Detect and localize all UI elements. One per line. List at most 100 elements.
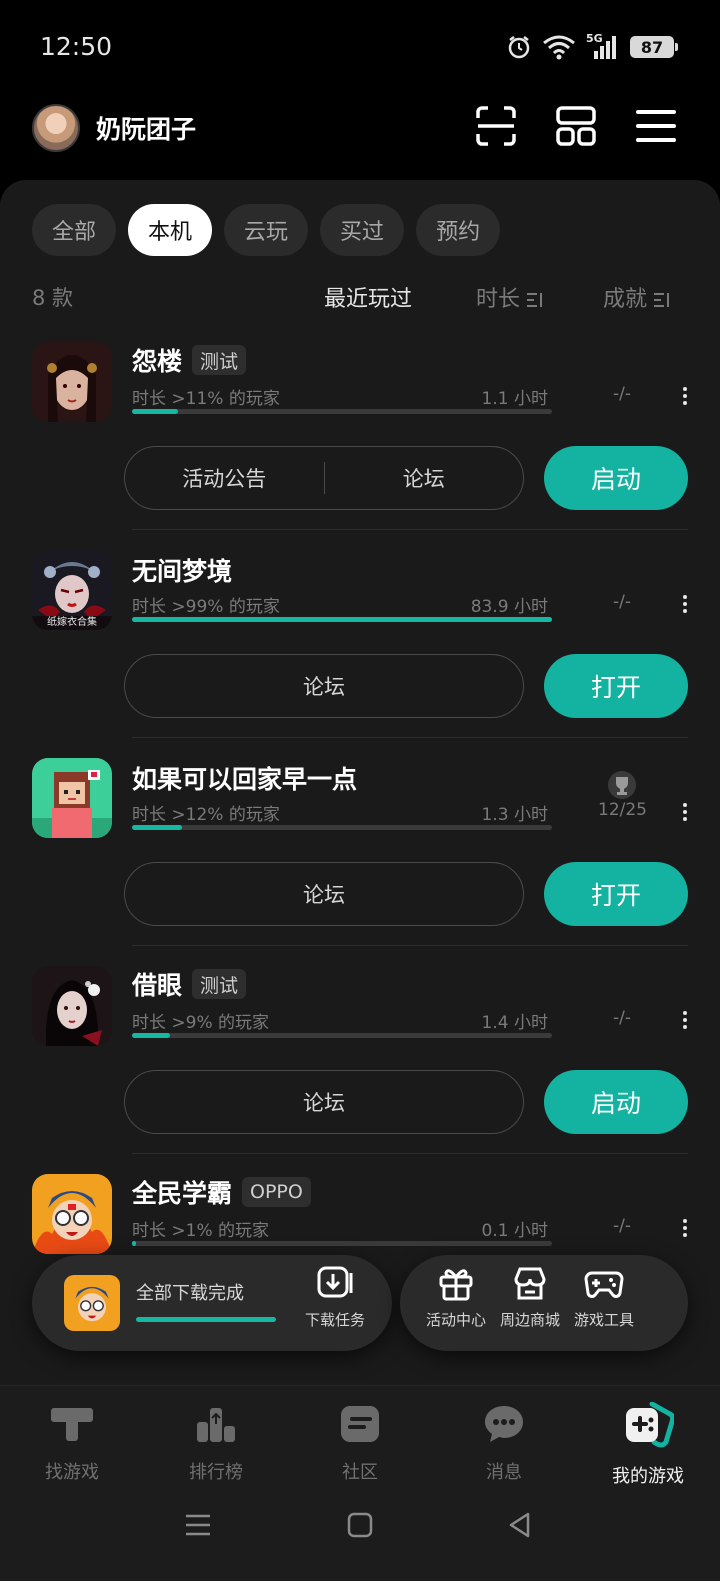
game-icon[interactable]: [32, 1174, 112, 1254]
launch-button[interactable]: 启动: [544, 446, 688, 510]
download-progress: [136, 1317, 276, 1322]
game-icon[interactable]: [32, 342, 112, 422]
ranking-icon: [197, 1408, 235, 1442]
announcement-button[interactable]: 活动公告: [125, 463, 324, 493]
open-button[interactable]: 打开: [544, 862, 688, 926]
playtime-rank: 时长 >12% 的玩家: [132, 805, 280, 825]
gift-icon: [439, 1269, 473, 1301]
launch-button[interactable]: 启动: [544, 1070, 688, 1134]
username[interactable]: 奶阮团子: [96, 110, 196, 146]
forum-button[interactable]: 论坛: [125, 671, 523, 701]
status-bar: 12:50 5G 87: [0, 0, 720, 90]
forum-button[interactable]: 论坛: [125, 1087, 523, 1117]
sort-bar: 8 款 最近玩过 时长 成就: [0, 276, 720, 316]
status-icons: 5G 87: [506, 32, 678, 60]
more-options-icon[interactable]: [680, 1216, 690, 1246]
download-status: 全部下载完成: [136, 1283, 244, 1304]
community-icon: [341, 1406, 379, 1442]
game-tag: 测试: [192, 969, 247, 999]
row-divider: [132, 737, 688, 738]
game-icon[interactable]: [32, 966, 112, 1046]
title-row: 全民学霸 OPPO: [132, 1174, 311, 1210]
more-options-icon[interactable]: [680, 800, 690, 830]
game-title[interactable]: 无间梦境: [132, 552, 232, 588]
game-tag: OPPO: [242, 1177, 311, 1207]
game-row: 借眼 测试 时长 >9% 的玩家 1.4 小时 -/- 论坛 启动: [0, 954, 720, 1162]
activity-center-button[interactable]: 活动中心: [420, 1265, 492, 1330]
open-button[interactable]: 打开: [544, 654, 688, 718]
home-icon[interactable]: [346, 1511, 374, 1539]
nav-community-label: 社区: [342, 1462, 378, 1483]
nav-my-games[interactable]: 我的游戏: [598, 1401, 698, 1488]
icon-caption: 纸嫁衣合集: [47, 617, 97, 628]
my-games-panel: 全部 本机 云玩 买过 预约 8 款 最近玩过 时长 成就 怨楼 测试 时长 >…: [0, 180, 720, 1385]
secondary-actions: 活动公告 论坛: [124, 446, 524, 510]
game-row: 怨楼 测试 时长 >11% 的玩家 1.1 小时 -/- 活动公告 论坛 启动: [0, 330, 720, 538]
tab-local[interactable]: 本机: [128, 204, 213, 256]
playtime-progress: [132, 617, 552, 622]
game-title[interactable]: 如果可以回家早一点: [132, 760, 357, 796]
activity-center-label: 活动中心: [425, 1311, 486, 1329]
shop-icon: [514, 1267, 546, 1300]
download-task-button[interactable]: 下载任务: [300, 1265, 370, 1330]
playtime-hours: 1.1 小时: [481, 389, 548, 409]
download-game-thumbnail: [64, 1275, 120, 1331]
more-options-icon[interactable]: [680, 384, 690, 414]
playtime-progress: [132, 1241, 552, 1246]
achievement-count: -/-: [613, 592, 631, 612]
scan-icon[interactable]: [474, 104, 518, 148]
recent-apps-icon[interactable]: [184, 1511, 212, 1539]
playtime-hours: 1.3 小时: [481, 805, 548, 825]
game-tools-label: 游戏工具: [573, 1311, 634, 1329]
more-options-icon[interactable]: [680, 1008, 690, 1038]
nav-messages[interactable]: 消息: [454, 1402, 554, 1484]
game-title[interactable]: 全民学霸: [132, 1174, 232, 1210]
discover-icon: [51, 1408, 93, 1441]
menu-icon[interactable]: [634, 104, 678, 148]
download-bar[interactable]: 全部下载完成 下载任务: [32, 1255, 392, 1351]
game-icon[interactable]: 纸嫁衣合集: [32, 550, 112, 630]
game-row: 如果可以回家早一点 时长 >12% 的玩家 1.3 小时 12/25 论坛 打开: [0, 746, 720, 954]
merch-shop-button[interactable]: 周边商城: [494, 1265, 566, 1330]
filter-tabs: 全部 本机 云玩 买过 预约: [32, 204, 501, 256]
game-title[interactable]: 怨楼: [132, 342, 182, 378]
game-title[interactable]: 借眼: [132, 966, 182, 1002]
secondary-actions: 论坛: [124, 862, 524, 926]
tab-all[interactable]: 全部: [32, 204, 117, 256]
row-divider: [132, 1153, 688, 1154]
back-icon[interactable]: [506, 1511, 534, 1539]
tab-cloud[interactable]: 云玩: [224, 204, 309, 256]
playtime-progress: [132, 825, 552, 830]
tab-purchased[interactable]: 买过: [320, 204, 405, 256]
merch-shop-label: 周边商城: [499, 1311, 560, 1329]
cellular-icon: 5G: [586, 32, 620, 60]
playtime-hours: 1.4 小时: [481, 1013, 548, 1033]
game-row: 纸嫁衣合集 无间梦境 时长 >99% 的玩家 83.9 小时 -/- 论坛 打开: [0, 538, 720, 746]
sort-achievement-button[interactable]: 成就: [603, 281, 671, 313]
sort-recent-button[interactable]: 最近玩过: [324, 281, 412, 313]
avatar[interactable]: [32, 104, 80, 152]
alarm-icon: [508, 36, 530, 59]
nav-messages-label: 消息: [486, 1462, 522, 1483]
secondary-actions: 论坛: [124, 654, 524, 718]
game-icon[interactable]: [32, 758, 112, 838]
gamepad-icon: [584, 1271, 624, 1298]
forum-button[interactable]: 论坛: [325, 463, 524, 493]
trophy-icon: [608, 771, 636, 799]
nav-community[interactable]: 社区: [310, 1402, 410, 1484]
nav-discover[interactable]: 找游戏: [22, 1402, 122, 1484]
tab-reserved[interactable]: 预约: [416, 204, 501, 256]
playtime-rank: 时长 >9% 的玩家: [132, 1013, 270, 1033]
forum-button[interactable]: 论坛: [125, 879, 523, 909]
secondary-actions: 论坛: [124, 1070, 524, 1134]
playtime-progress: [132, 1033, 552, 1038]
more-options-icon[interactable]: [680, 592, 690, 622]
my-games-icon: [626, 1401, 676, 1448]
nav-ranking[interactable]: 排行榜: [166, 1402, 266, 1484]
sort-time-button[interactable]: 时长: [476, 281, 544, 313]
message-icon: [485, 1406, 523, 1442]
game-tools-button[interactable]: 游戏工具: [568, 1265, 640, 1330]
status-time: 12:50: [40, 32, 113, 61]
layout-grid-icon[interactable]: [554, 104, 598, 148]
title-row: 借眼 测试: [132, 966, 247, 1002]
